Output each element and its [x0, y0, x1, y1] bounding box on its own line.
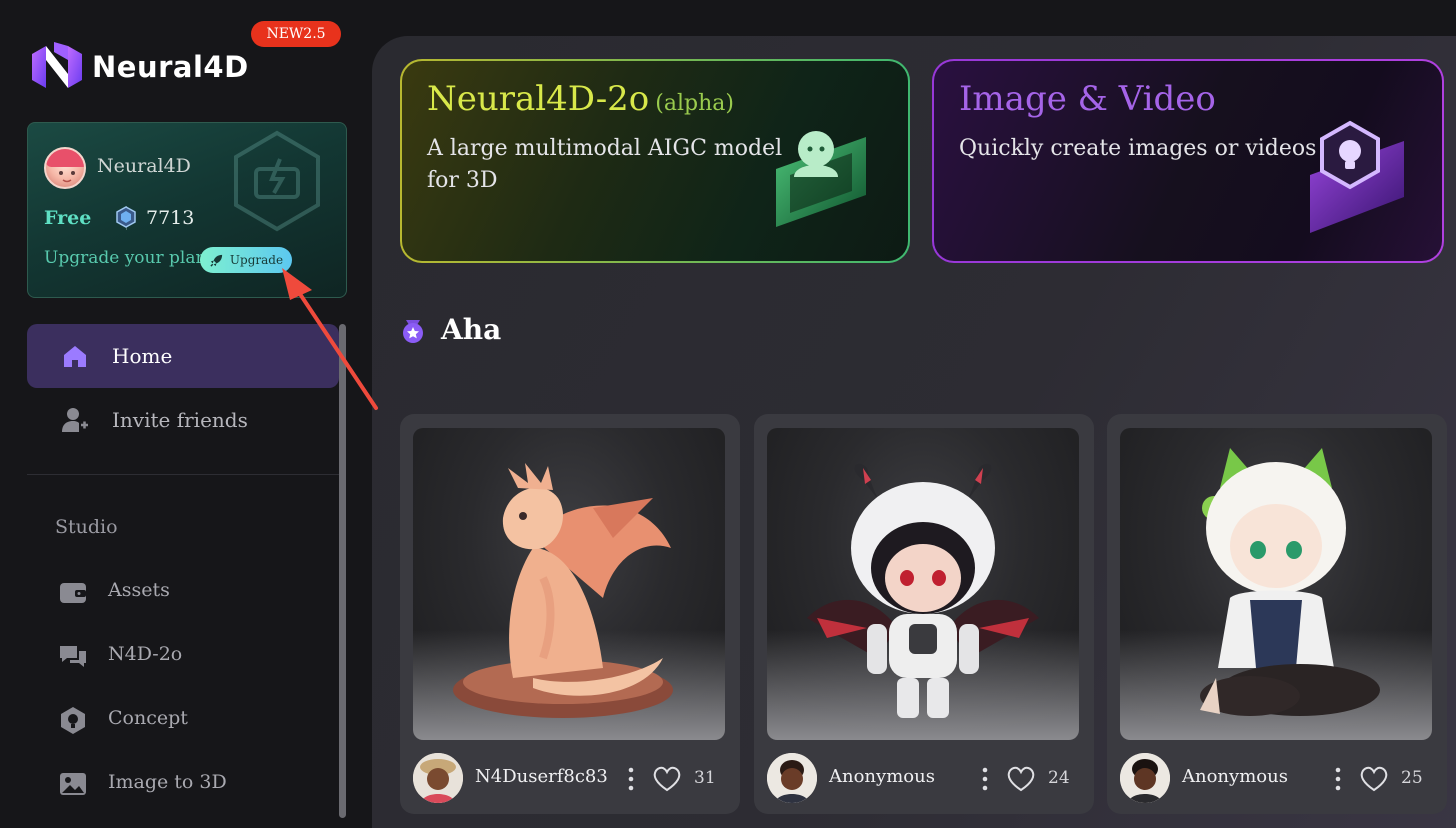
credits-icon	[116, 206, 136, 228]
author-avatar[interactable]	[767, 753, 817, 803]
heart-icon[interactable]	[1006, 765, 1036, 793]
more-options-icon[interactable]	[1333, 766, 1343, 792]
model-card[interactable]: Anonymous 25	[1107, 414, 1447, 814]
like-count: 31	[694, 768, 716, 788]
like-count: 24	[1048, 768, 1070, 788]
sidebar-item-label: Image to 3D	[108, 771, 227, 793]
nav-item-home[interactable]: Home	[27, 324, 339, 388]
dragon-figurine-image	[453, 463, 673, 718]
model-card[interactable]: N4Duserf8c83 31	[400, 414, 740, 814]
wallet-icon	[60, 583, 86, 603]
banner-title-text: Neural4D-2o	[427, 79, 650, 119]
banner-title: Neural4D-2o (alpha)	[427, 79, 734, 119]
sidebar: Neural4D NEW2.5 Neural4D Free 7713 Upgra…	[0, 0, 372, 828]
username: Neural4D	[97, 155, 191, 177]
main-content: Neural4D-2o (alpha) A large multimodal AI…	[372, 36, 1456, 828]
version-badge: NEW2.5	[251, 21, 341, 47]
author-avatar[interactable]	[1120, 753, 1170, 803]
sidebar-item-label: Assets	[108, 579, 170, 601]
banner-image-video[interactable]: Image & Video Quickly create images or v…	[932, 59, 1444, 263]
concept-icon	[61, 707, 85, 734]
cat-eared-girl-figurine-image	[1200, 448, 1380, 716]
sidebar-item-image-to-3d[interactable]: Image to 3D	[27, 757, 339, 811]
sidebar-divider	[27, 474, 339, 475]
heart-icon[interactable]	[1359, 765, 1389, 793]
lightbulb-idea-icon	[1310, 120, 1404, 233]
credits-count: 7713	[146, 207, 195, 229]
sidebar-item-label: Concept	[108, 707, 188, 729]
brand-name: Neural4D	[92, 50, 249, 84]
sidebar-item-concept[interactable]: Concept	[27, 693, 339, 747]
upgrade-prompt: Upgrade your plan	[44, 248, 207, 268]
model-thumbnail[interactable]	[767, 428, 1079, 740]
chat-icon	[60, 646, 86, 667]
more-options-icon[interactable]	[626, 766, 636, 792]
model-thumbnail[interactable]	[1120, 428, 1432, 740]
plan-card: Neural4D Free 7713 Upgrade your plan Upg…	[27, 122, 347, 298]
heart-icon[interactable]	[652, 765, 682, 793]
author-name[interactable]: N4Duserf8c83	[475, 766, 608, 787]
rocket-icon	[210, 254, 223, 267]
star-badge-icon	[403, 320, 423, 343]
plan-tier: Free	[44, 207, 92, 229]
studio-section-label: Studio	[55, 516, 118, 538]
horned-robot-figurine-image	[807, 463, 1039, 718]
more-options-icon[interactable]	[980, 766, 990, 792]
author-name[interactable]: Anonymous	[1182, 766, 1288, 787]
neural4d-logo-icon	[32, 42, 82, 88]
avatar-3d-icon	[776, 131, 866, 227]
banner-title: Image & Video	[959, 79, 1216, 119]
banner-title-suffix: (alpha)	[655, 91, 734, 116]
nav-item-label: Invite friends	[112, 408, 248, 432]
nav-item-label: Home	[112, 344, 173, 368]
upgrade-button[interactable]: Upgrade	[200, 247, 292, 273]
add-user-icon	[62, 408, 88, 432]
image-icon	[60, 773, 86, 795]
like-count: 25	[1401, 768, 1423, 788]
banner-neural4d-2o[interactable]: Neural4D-2o (alpha) A large multimodal AI…	[400, 59, 910, 263]
author-avatar[interactable]	[413, 753, 463, 803]
battery-badge-icon	[234, 130, 320, 232]
user-avatar[interactable]	[44, 147, 86, 189]
section-title: Aha	[441, 313, 502, 346]
sidebar-item-assets[interactable]: Assets	[27, 565, 339, 619]
brand-logo[interactable]: Neural4D	[28, 40, 249, 94]
home-icon	[64, 346, 86, 367]
banner-description: Quickly create images or videos	[959, 136, 1317, 161]
banner-description: A large multimodal AIGC model for 3D	[427, 136, 783, 193]
model-thumbnail[interactable]	[413, 428, 725, 740]
model-card[interactable]: Anonymous 24	[754, 414, 1094, 814]
sidebar-item-n4d-2o[interactable]: N4D-2o	[27, 629, 339, 683]
nav-item-invite-friends[interactable]: Invite friends	[27, 388, 339, 452]
sidebar-item-label: N4D-2o	[108, 643, 183, 665]
sidebar-scrollbar[interactable]	[339, 324, 346, 818]
author-name[interactable]: Anonymous	[829, 766, 935, 787]
upgrade-button-label: Upgrade	[229, 253, 284, 267]
